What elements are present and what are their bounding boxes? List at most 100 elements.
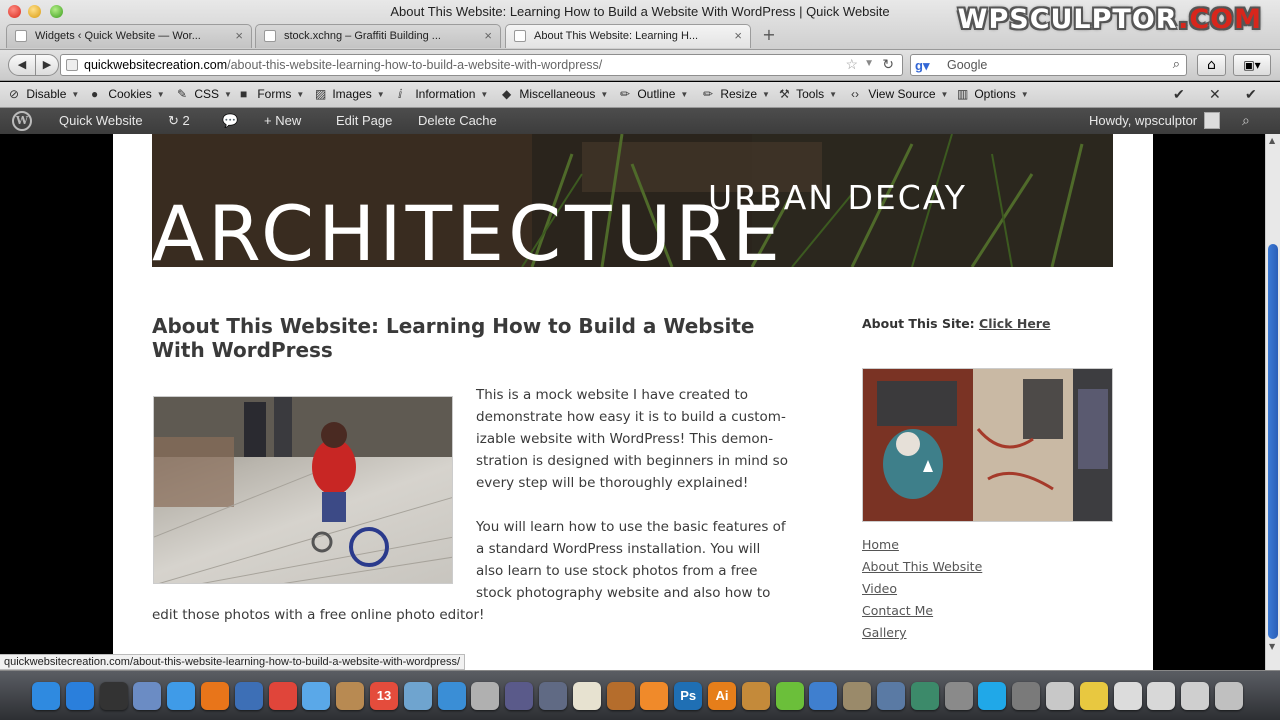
dev-menu-miscellaneous[interactable]: ◆ Miscellaneous ▼ (502, 87, 608, 101)
tab-close-icon[interactable]: × (235, 28, 243, 43)
sidebar-nav-contact[interactable]: Contact Me (862, 600, 982, 622)
chevron-down-icon: ▼ (680, 90, 689, 99)
trash-icon[interactable] (1215, 682, 1243, 710)
reload-icon[interactable]: ↻ (882, 56, 894, 73)
photo-editor-icon[interactable] (606, 682, 635, 710)
sidebar-nav-home[interactable]: Home (862, 534, 982, 556)
firefox-icon[interactable] (201, 682, 229, 710)
scroll-up-icon[interactable]: ▲ (1269, 136, 1275, 145)
dev-menu-label: Information (415, 87, 476, 101)
spotify-icon[interactable] (775, 682, 804, 710)
site-identity-icon[interactable] (66, 59, 78, 71)
sidebar-nav-gallery[interactable]: Gallery (862, 622, 982, 644)
outline-icon: ✏ (620, 87, 631, 101)
search-bar[interactable]: g▾ Google ⌕ (910, 54, 1187, 76)
status-check-icon[interactable]: ✔ (1245, 86, 1257, 103)
ichat-icon[interactable] (302, 682, 331, 710)
illustrator-icon[interactable]: Ai (708, 682, 736, 710)
guitar-icon[interactable] (741, 682, 770, 710)
media-app-icon[interactable] (1012, 682, 1041, 710)
new-tab-plus-icon[interactable]: + (758, 26, 780, 46)
admin-new[interactable]: + New (264, 113, 301, 128)
admin-edit-page[interactable]: Edit Page (336, 113, 392, 128)
sidebar-nav-about[interactable]: About This Website (862, 556, 982, 578)
app-grid-icon[interactable] (877, 682, 905, 710)
system-preferences-icon[interactable] (944, 682, 973, 710)
wordpress-logo-icon[interactable]: W (12, 111, 32, 131)
close-toolbar-icon[interactable]: ✕ (1209, 86, 1221, 103)
dashboard-icon[interactable] (99, 682, 128, 710)
mouse-cursor-icon (923, 460, 933, 472)
home-button[interactable]: ⌂ (1197, 54, 1226, 76)
chrome-icon[interactable] (268, 682, 297, 710)
admin-updates[interactable]: ↻ 2 (168, 113, 190, 129)
finder-icon[interactable] (32, 682, 60, 710)
app-store-icon[interactable] (65, 682, 94, 710)
admin-comments-icon[interactable]: 💬 (222, 113, 238, 129)
dev-menu-cookies[interactable]: ● Cookies ▼ (91, 87, 165, 101)
preview-icon[interactable] (133, 682, 162, 710)
textedit-icon[interactable] (572, 682, 601, 710)
dev-menu-tools[interactable]: ⚒ Tools ▼ (779, 87, 837, 101)
photoshop-icon[interactable]: Ps (674, 682, 703, 710)
itunes-icon[interactable] (437, 682, 466, 710)
downloads-icon[interactable] (1147, 682, 1176, 710)
forward-button[interactable]: ▶ (35, 54, 59, 76)
minimize-window-button[interactable] (28, 5, 41, 18)
dev-menu-disable[interactable]: ⊘ Disable ▼ (9, 87, 79, 101)
tab-close-icon[interactable]: × (484, 28, 492, 43)
ipod-icon[interactable] (471, 682, 500, 710)
history-dropdown-icon[interactable]: ▼ (864, 58, 874, 69)
admin-site-name[interactable]: Quick Website (59, 113, 143, 128)
ical-icon[interactable]: 13 (370, 682, 398, 710)
imovie-icon[interactable] (505, 682, 534, 710)
iphoto-icon[interactable] (403, 682, 432, 710)
dev-menu-information[interactable]: ⅈ Information ▼ (398, 87, 488, 101)
tab-close-icon[interactable]: × (734, 28, 742, 43)
page-scrollbar[interactable]: ▲ ▼ (1265, 134, 1280, 670)
audacity-icon[interactable] (640, 682, 669, 710)
time-machine-icon[interactable] (910, 682, 939, 710)
close-window-button[interactable] (8, 5, 21, 18)
address-bar[interactable]: quickwebsitecreation.com/about-this-webs… (60, 54, 903, 76)
addon-button[interactable]: ▣▾ (1233, 54, 1271, 76)
dev-menu-resize[interactable]: ✏ Resize ▼ (703, 87, 770, 101)
dev-menu-options[interactable]: ▥ Options ▼ (957, 87, 1029, 101)
gimp-icon[interactable] (843, 682, 872, 710)
tab-about-this-website[interactable]: About This Website: Learning H... × (505, 24, 751, 48)
dev-menu-forms[interactable]: ■ Forms ▼ (240, 87, 304, 101)
dev-menu-outline[interactable]: ✏ Outline ▼ (620, 87, 688, 101)
validation-check-icon[interactable]: ✔ (1173, 86, 1185, 103)
google-engine-icon[interactable]: g▾ (915, 58, 929, 74)
wordpress-icon[interactable] (809, 682, 838, 710)
back-button[interactable]: ◀ (8, 54, 36, 76)
cat-app-icon[interactable] (1046, 682, 1074, 710)
search-icon[interactable]: ⌕ (1242, 112, 1250, 129)
wifi-icon[interactable] (1079, 682, 1108, 710)
sidebar-click-here-link[interactable]: Click Here (979, 316, 1050, 331)
admin-delete-cache[interactable]: Delete Cache (418, 113, 497, 128)
zoom-window-button[interactable] (50, 5, 63, 18)
search-icon[interactable]: ⌕ (1173, 56, 1180, 72)
dev-menu-view-source[interactable]: ‹› View Source ▼ (851, 87, 948, 101)
scroll-thumb[interactable] (1268, 244, 1278, 639)
admin-howdy[interactable]: Howdy, wpsculptor (1089, 113, 1197, 128)
scroll-down-icon[interactable]: ▼ (1269, 642, 1275, 651)
sidebar-nav-video[interactable]: Video (862, 578, 982, 600)
avatar[interactable] (1204, 112, 1220, 129)
tab-stock-xchng[interactable]: stock.xchng – Graffiti Building ... × (255, 24, 501, 48)
bookmark-star-icon[interactable]: ☆ (845, 56, 858, 73)
graffiti-building-photo[interactable] (862, 368, 1113, 522)
folder-icon[interactable] (1181, 682, 1210, 710)
skype-icon[interactable] (978, 682, 1007, 710)
address-text[interactable]: quickwebsitecreation.com/about-this-webs… (84, 58, 602, 72)
thunderbird-icon[interactable] (234, 682, 263, 710)
documents-icon[interactable] (1113, 682, 1142, 710)
dev-menu-images[interactable]: ▨ Images ▼ (315, 87, 385, 101)
safari-icon[interactable] (167, 682, 196, 710)
dev-menu-css[interactable]: ✎ CSS ▼ (177, 87, 232, 101)
address-book-icon[interactable] (336, 682, 365, 710)
tab-widgets[interactable]: Widgets ‹ Quick Website — Wor... × (6, 24, 252, 48)
site-header-banner[interactable]: URBAN DECAY ARCHITECTURE (152, 134, 1113, 267)
dvd-player-icon[interactable] (539, 682, 567, 710)
